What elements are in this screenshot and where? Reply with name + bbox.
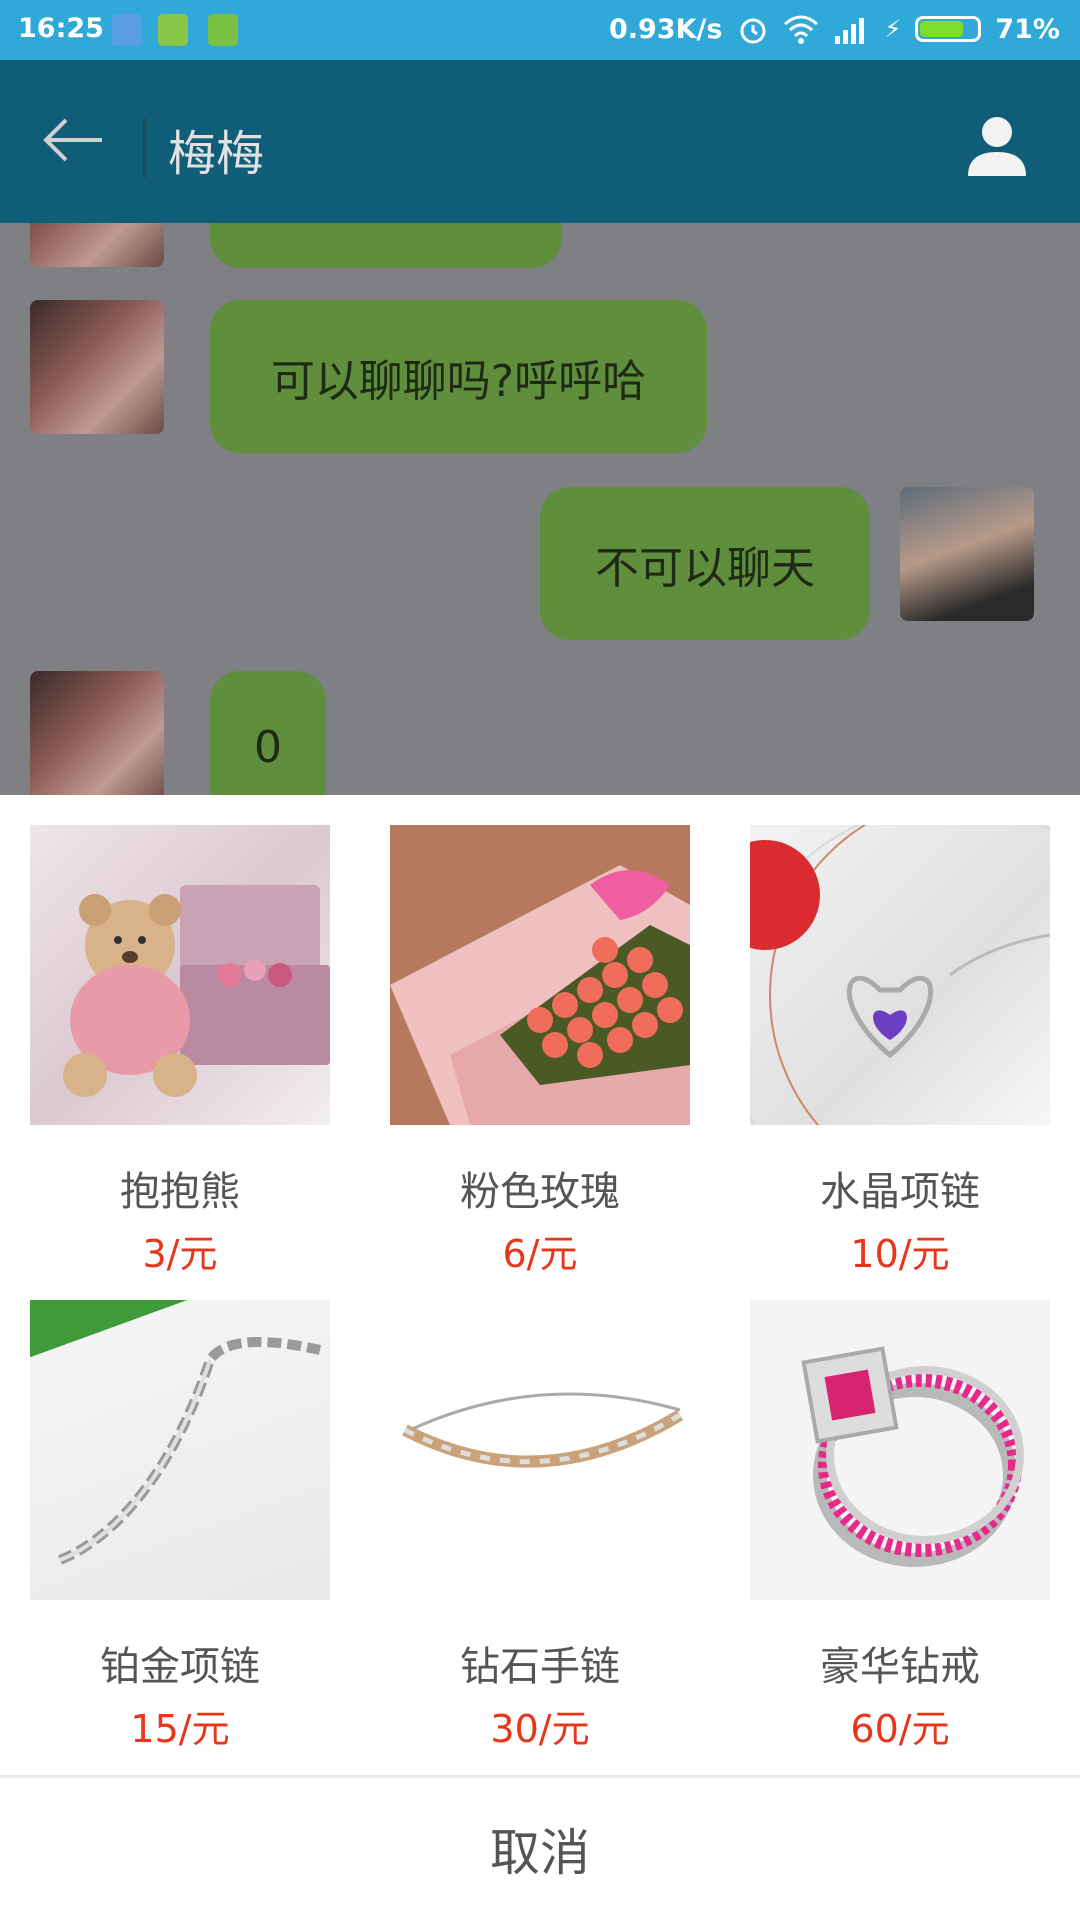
alarm-icon (740, 18, 765, 44)
gift-price: 15/元 (130, 1707, 230, 1751)
signal-icon (834, 18, 864, 44)
chat-bubble-partial (210, 223, 562, 268)
crystal-necklace-icon (750, 825, 1050, 1125)
gift-price: 30/元 (490, 1707, 590, 1751)
status-right: 0.93K/s ⚡ 71% (609, 13, 1060, 45)
diamond-ring-icon (750, 1300, 1050, 1600)
gift-item[interactable]: 水晶项链 10/元 (750, 825, 1050, 1278)
gift-name: 水晶项链 (820, 1169, 980, 1215)
pink-roses-icon (390, 825, 690, 1125)
usb-icon (112, 14, 142, 46)
gift-name: 铂金项链 (100, 1644, 260, 1690)
avatar (30, 223, 164, 267)
gift-item[interactable]: 铂金项链 15/元 (30, 1300, 330, 1753)
app-bar: 梅梅 (0, 60, 1080, 223)
chat-area: 可以聊聊吗?呼呼哈 不可以聊天 0 (0, 223, 1080, 795)
cancel-button[interactable]: 取消 (0, 1778, 1080, 1920)
gift-price: 6/元 (502, 1232, 578, 1276)
gift-item[interactable]: 钻石手链 30/元 (390, 1300, 690, 1753)
gift-price: 10/元 (850, 1232, 950, 1276)
page-title: 梅梅 (168, 126, 265, 182)
platinum-necklace-icon (30, 1300, 330, 1600)
gift-item[interactable]: 抱抱熊 3/元 (30, 825, 330, 1278)
chat-bubble: 可以聊聊吗?呼呼哈 (210, 300, 707, 453)
person-icon[interactable] (962, 110, 1032, 180)
gift-item[interactable]: 粉色玫瑰 6/元 (390, 825, 690, 1278)
chat-bubble: 0 (210, 671, 326, 795)
gift-price: 3/元 (142, 1232, 218, 1276)
avatar (30, 671, 164, 795)
gift-name: 豪华钻戒 (820, 1644, 980, 1690)
gift-price: 60/元 (850, 1707, 950, 1751)
back-arrow-icon[interactable] (40, 115, 110, 165)
gift-item[interactable]: 豪华钻戒 60/元 (750, 1300, 1050, 1753)
status-bar: 16:25 0.93K/s ⚡ 71% (0, 0, 1080, 60)
gift-panel: 抱抱熊 3/元 粉色玫瑰 6/元 水晶项链 10/元 铂金项链 15/元 钻石手… (0, 795, 1080, 1920)
header-divider (143, 118, 146, 178)
battery-percent: 71% (995, 13, 1060, 45)
chat-bubble: 不可以聊天 (540, 487, 870, 640)
charging-icon: ⚡ (884, 15, 902, 43)
battery-app-icon (158, 14, 188, 46)
gift-name: 抱抱熊 (120, 1169, 240, 1215)
teddy-bear-icon (30, 825, 330, 1125)
avatar (30, 300, 164, 434)
diamond-bracelet-icon (390, 1300, 690, 1600)
gift-name: 粉色玫瑰 (460, 1169, 620, 1215)
battery-icon (915, 16, 982, 42)
wifi-icon (783, 15, 818, 44)
avatar (900, 487, 1034, 621)
network-speed: 0.93K/s (609, 13, 723, 45)
status-time: 16:25 (18, 13, 104, 44)
gift-name: 钻石手链 (460, 1644, 620, 1690)
android-icon (208, 14, 238, 46)
